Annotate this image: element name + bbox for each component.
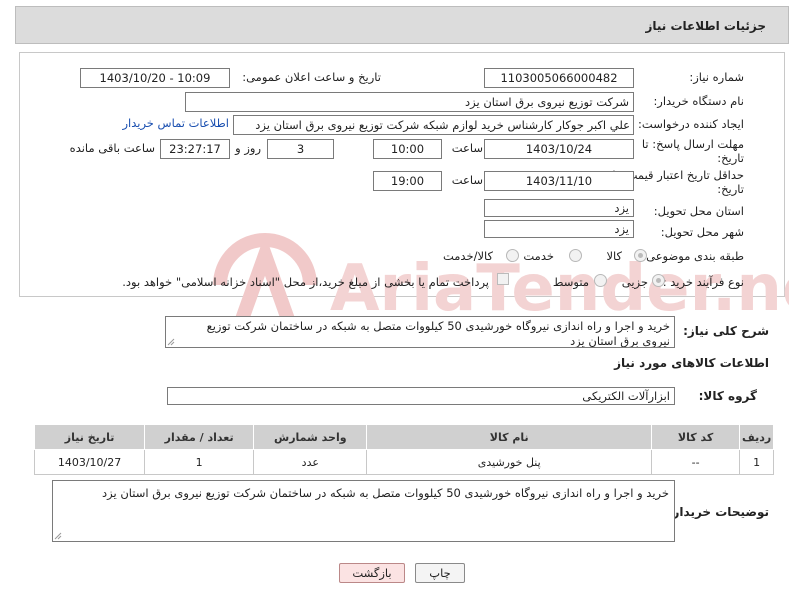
- process-radio-medium[interactable]: [594, 274, 607, 287]
- col-name: نام کالا: [366, 424, 652, 450]
- validity-time-label: ساعت: [451, 173, 483, 187]
- description-text: خرید و اجرا و راه اندازی نیروگاه خورشیدی…: [206, 319, 670, 348]
- validity-date-field: 1403/11/10: [484, 171, 634, 191]
- page-title: جزئیات اطلاعات نیاز: [645, 19, 766, 33]
- province-label: استان محل تحویل:: [653, 204, 744, 218]
- category-option-goods-service: کالا/خدمت: [442, 249, 493, 263]
- buyer-notes-text: خرید و اجرا و راه اندازی نیروگاه خورشیدی…: [102, 486, 669, 500]
- days-field: 3: [267, 139, 334, 159]
- reply-deadline-label-2: تاریخ:: [717, 151, 744, 165]
- buyer-org-field: شرکت توزیع نیروی برق استان یزد: [185, 92, 634, 112]
- back-button[interactable]: بازگشت: [339, 563, 405, 583]
- cell-qty: 1: [144, 449, 255, 475]
- buyer-contact-link[interactable]: اطلاعات تماس خریدار: [122, 116, 229, 130]
- buyer-notes-field: خرید و اجرا و راه اندازی نیروگاه خورشیدی…: [52, 480, 675, 542]
- col-qty: تعداد / مقدار: [144, 424, 255, 450]
- creator-label: ایجاد کننده درخواست:: [638, 117, 744, 131]
- treasury-payment-checkbox[interactable]: [497, 273, 509, 285]
- category-option-goods: کالا: [606, 249, 622, 263]
- goods-group-field: ابزارآلات الکتریکی: [167, 387, 675, 405]
- cell-unit: عدد: [253, 449, 368, 475]
- reply-time-field: 10:00: [373, 139, 442, 159]
- reply-deadline-label: مهلت ارسال پاسخ: تا: [641, 137, 744, 151]
- need-number-field: 1103005066000482: [484, 68, 634, 88]
- cell-code: --: [650, 449, 741, 475]
- category-option-service: خدمت: [523, 249, 554, 263]
- goods-table: ردیف کد کالا نام کالا واحد شمارش تعداد /…: [33, 424, 774, 475]
- buyer-notes-label: توضیحات خریدار:: [667, 505, 769, 519]
- price-validity-label-2: تاریخ:: [717, 182, 744, 196]
- category-radio-goods[interactable]: [634, 249, 647, 262]
- need-number-label: شماره نیاز:: [689, 70, 744, 84]
- remaining-label: ساعت باقی مانده: [69, 141, 155, 155]
- col-row: ردیف: [739, 424, 774, 450]
- print-button[interactable]: چاپ: [415, 563, 465, 583]
- creator-field: علي اکبر جوکار کارشناس خرید لوازم شبکه ش…: [233, 115, 634, 135]
- province-field: یزد: [484, 199, 634, 217]
- category-label: طبقه بندی موضوعی:: [642, 249, 744, 263]
- treasury-payment-text: پرداخت تمام یا بخشی از مبلغ خرید،از محل …: [122, 275, 489, 289]
- city-field: یزد: [484, 220, 634, 238]
- announce-field: 1403/10/20 - 10:09: [80, 68, 230, 88]
- city-label: شهر محل تحویل:: [660, 225, 744, 239]
- validity-time-field: 19:00: [373, 171, 442, 191]
- category-radio-service[interactable]: [569, 249, 582, 262]
- goods-section-title: اطلاعات کالاهای مورد نیاز: [614, 356, 769, 370]
- buyer-org-label: نام دستگاه خریدار:: [653, 94, 744, 108]
- cell-name: پنل خورشیدی: [366, 449, 652, 475]
- process-option-minor: جزیی: [621, 275, 648, 289]
- announce-label: تاریخ و ساعت اعلان عمومی:: [242, 70, 381, 84]
- days-label: روز و: [235, 141, 261, 155]
- process-radio-minor[interactable]: [652, 274, 665, 287]
- remaining-time-field: 23:27:17: [160, 139, 230, 159]
- table-row: 1 -- پنل خورشیدی عدد 1 1403/10/27: [33, 449, 774, 475]
- resize-handle-icon[interactable]: [167, 338, 175, 346]
- col-unit: واحد شمارش: [253, 424, 368, 450]
- cell-row: 1: [739, 449, 774, 475]
- reply-time-label: ساعت: [451, 141, 483, 155]
- description-field: خرید و اجرا و راه اندازی نیروگاه خورشیدی…: [165, 316, 675, 348]
- page-header: جزئیات اطلاعات نیاز: [15, 6, 789, 44]
- description-label: شرح کلی نیاز:: [683, 324, 769, 338]
- category-radio-goods-service[interactable]: [506, 249, 519, 262]
- goods-table-header: ردیف کد کالا نام کالا واحد شمارش تعداد /…: [33, 424, 774, 450]
- notes-resize-handle-icon[interactable]: [54, 532, 62, 540]
- col-code: کد کالا: [650, 424, 741, 450]
- reply-date-field: 1403/10/24: [484, 139, 634, 159]
- process-label: نوع فرآیند خرید :: [662, 275, 744, 289]
- col-date: تاریخ نیاز: [33, 424, 146, 450]
- goods-group-label: گروه کالا:: [698, 389, 757, 403]
- process-option-medium: متوسط: [552, 275, 589, 289]
- cell-date: 1403/10/27: [33, 449, 146, 475]
